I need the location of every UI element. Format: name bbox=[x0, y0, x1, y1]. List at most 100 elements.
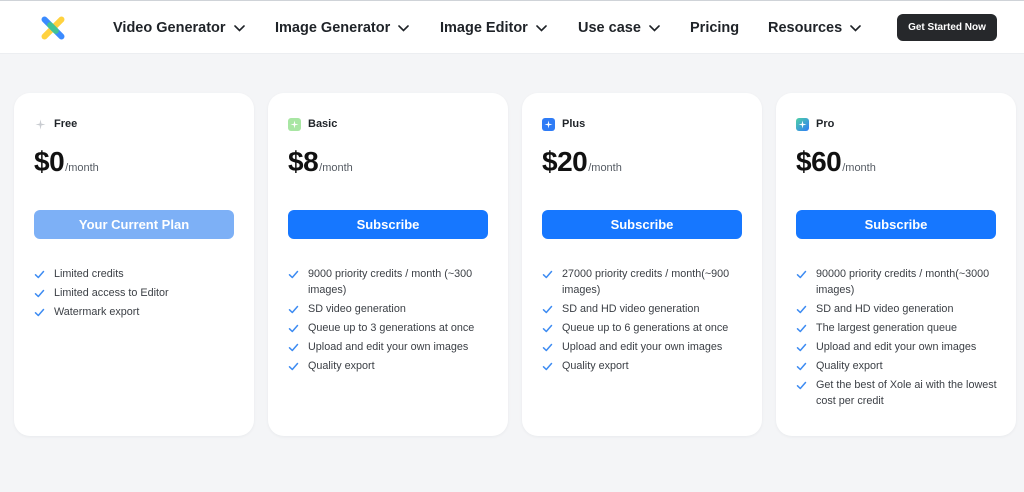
feature-text: The largest generation queue bbox=[816, 322, 958, 334]
check-icon bbox=[542, 305, 553, 314]
plan-header: Basic bbox=[288, 116, 337, 132]
feature-list: 90000 priority credits / month(~3000 ima… bbox=[796, 266, 1006, 412]
check-icon bbox=[542, 324, 553, 333]
feature-item: Quality export bbox=[796, 358, 1006, 374]
plan-price: $8 /month bbox=[288, 146, 353, 178]
get-started-button[interactable]: Get Started Now bbox=[897, 14, 997, 41]
plan-header: Pro bbox=[796, 116, 834, 132]
plan-name: Free bbox=[54, 118, 78, 130]
feature-item: Limited access to Editor bbox=[34, 285, 244, 301]
feature-text: SD and HD video generation bbox=[816, 303, 954, 315]
plan-card-plus: Plus $20 /month Subscribe 27000 priority… bbox=[522, 93, 762, 436]
feature-item: Queue up to 3 generations at once bbox=[288, 320, 498, 336]
feature-text: 9000 priority credits / month (~300 imag… bbox=[308, 268, 473, 296]
feature-item: 9000 priority credits / month (~300 imag… bbox=[288, 266, 498, 298]
plan-price: $0 /month bbox=[34, 146, 99, 178]
feature-text: Queue up to 3 generations at once bbox=[308, 322, 475, 334]
price-period: /month bbox=[319, 162, 353, 174]
chevron-down-icon bbox=[536, 24, 547, 32]
check-icon bbox=[796, 324, 807, 333]
sparkle-gradient-icon bbox=[796, 117, 809, 131]
check-icon bbox=[288, 362, 299, 371]
chevron-down-icon bbox=[233, 24, 245, 32]
feature-text: Limited credits bbox=[54, 268, 124, 280]
nav-use-case-label: Use case bbox=[578, 20, 641, 36]
nav-video-generator[interactable]: Video Generator bbox=[113, 18, 245, 38]
nav-pricing[interactable]: Pricing bbox=[690, 18, 739, 38]
sparkle-outline-icon bbox=[35, 119, 46, 129]
check-icon bbox=[288, 270, 299, 279]
top-navigation-bar: Video Generator Image Generator Image Ed… bbox=[0, 0, 1024, 54]
price-amount: $60 bbox=[796, 146, 842, 177]
feature-item: SD video generation bbox=[288, 301, 498, 317]
current-plan-button[interactable]: Your Current Plan bbox=[34, 210, 234, 239]
feature-text: Quality export bbox=[816, 360, 883, 372]
check-icon bbox=[288, 305, 299, 314]
price-period: /month bbox=[588, 162, 622, 174]
feature-list: 9000 priority credits / month (~300 imag… bbox=[288, 266, 498, 377]
feature-text: Quality export bbox=[308, 360, 375, 372]
subscribe-button-basic[interactable]: Subscribe bbox=[288, 210, 488, 239]
chevron-down-icon bbox=[649, 24, 660, 32]
feature-item: 27000 priority credits / month(~900 imag… bbox=[542, 266, 752, 298]
feature-item: Quality export bbox=[288, 358, 498, 374]
check-icon bbox=[542, 362, 553, 371]
nav-image-generator-label: Image Generator bbox=[275, 20, 391, 36]
check-icon bbox=[542, 343, 553, 352]
nav-image-editor-label: Image Editor bbox=[440, 20, 528, 36]
subscribe-button-pro[interactable]: Subscribe bbox=[796, 210, 996, 239]
feature-item: Upload and edit your own images bbox=[288, 339, 498, 355]
nav-image-editor[interactable]: Image Editor bbox=[440, 18, 547, 38]
plan-name: Pro bbox=[816, 118, 835, 130]
plan-card-free: Free $0 /month Your Current Plan Limited… bbox=[14, 93, 254, 436]
check-icon bbox=[34, 270, 45, 279]
sparkle-green-icon bbox=[288, 117, 301, 131]
feature-list: 27000 priority credits / month(~900 imag… bbox=[542, 266, 752, 377]
check-icon bbox=[796, 270, 807, 279]
check-icon bbox=[796, 362, 807, 371]
nav-video-generator-label: Video Generator bbox=[113, 20, 226, 36]
chevron-down-icon bbox=[398, 24, 410, 32]
subscribe-button-plus[interactable]: Subscribe bbox=[542, 210, 742, 239]
plan-card-basic: Basic $8 /month Subscribe 9000 priority … bbox=[268, 93, 508, 436]
price-amount: $0 bbox=[34, 146, 65, 177]
feature-text: SD and HD video generation bbox=[562, 303, 700, 315]
sparkle-blue-icon bbox=[542, 117, 555, 131]
nav-image-generator[interactable]: Image Generator bbox=[275, 18, 410, 38]
feature-text: Upload and edit your own images bbox=[308, 341, 469, 353]
nav-resources[interactable]: Resources bbox=[768, 18, 861, 38]
xole-logo-icon[interactable] bbox=[40, 15, 66, 41]
feature-text: Upload and edit your own images bbox=[816, 341, 977, 353]
feature-text: Queue up to 6 generations at once bbox=[562, 322, 729, 334]
feature-item: The largest generation queue bbox=[796, 320, 1006, 336]
feature-item: Quality export bbox=[542, 358, 752, 374]
plan-name: Basic bbox=[308, 118, 338, 130]
feature-text: Upload and edit your own images bbox=[562, 341, 723, 353]
price-amount: $20 bbox=[542, 146, 588, 177]
feature-text: Watermark export bbox=[54, 306, 140, 318]
feature-item: Queue up to 6 generations at once bbox=[542, 320, 752, 336]
plan-price: $20 /month bbox=[542, 146, 622, 178]
feature-text: 90000 priority credits / month(~3000 ima… bbox=[816, 268, 990, 296]
check-icon bbox=[796, 343, 807, 352]
check-icon bbox=[288, 324, 299, 333]
price-period: /month bbox=[842, 162, 876, 174]
plan-card-pro: Pro $60 /month Subscribe 90000 priority … bbox=[776, 93, 1016, 436]
price-period: /month bbox=[65, 162, 99, 174]
nav-resources-label: Resources bbox=[768, 20, 843, 36]
check-icon bbox=[542, 270, 553, 279]
check-icon bbox=[288, 343, 299, 352]
feature-list: Limited credits Limited access to Editor… bbox=[34, 266, 244, 323]
price-amount: $8 bbox=[288, 146, 319, 177]
nav-use-case[interactable]: Use case bbox=[578, 18, 660, 38]
feature-text: Quality export bbox=[562, 360, 629, 372]
feature-item: Get the best of Xole ai with the lowest … bbox=[796, 377, 1006, 409]
feature-item: Upload and edit your own images bbox=[796, 339, 1006, 355]
feature-item: SD and HD video generation bbox=[796, 301, 1006, 317]
check-icon bbox=[796, 381, 807, 390]
check-icon bbox=[34, 308, 45, 317]
check-icon bbox=[34, 289, 45, 298]
nav-pricing-label: Pricing bbox=[690, 20, 740, 36]
feature-item: 90000 priority credits / month(~3000 ima… bbox=[796, 266, 1006, 298]
feature-text: Limited access to Editor bbox=[54, 287, 169, 299]
